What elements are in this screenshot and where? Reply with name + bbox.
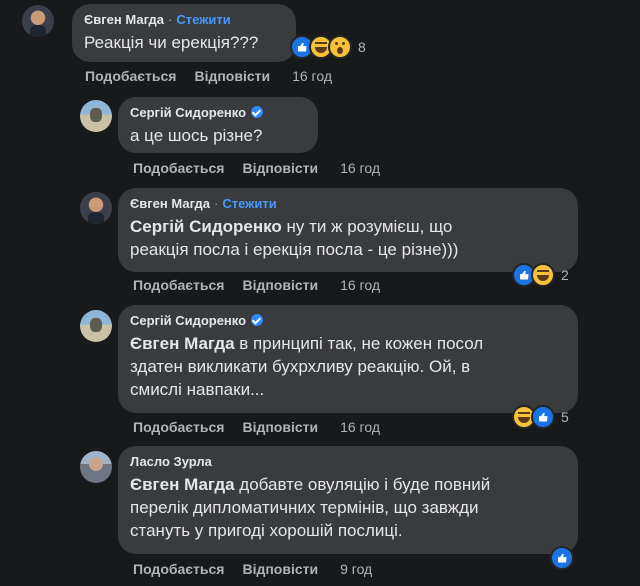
- comment-bubble: Сергій Сидоренко Євген Магда в принципі …: [118, 305, 578, 413]
- separator-dot: ·: [167, 12, 173, 27]
- comment-text: а це шось різне?: [130, 126, 263, 145]
- like-button[interactable]: Подобається: [133, 561, 224, 577]
- reaction-summary[interactable]: 5: [512, 405, 569, 429]
- reply-button[interactable]: Відповісти: [242, 160, 318, 176]
- wow-icon: [328, 35, 352, 59]
- haha-icon: [531, 263, 555, 287]
- avatar[interactable]: [22, 5, 54, 37]
- mention-link[interactable]: Євген Магда: [130, 334, 235, 353]
- comment-text: Євген Магда в принципі так, не кожен пос…: [130, 332, 566, 401]
- comment-actions: Подобається Відповісти 16 год: [133, 277, 398, 293]
- separator-dot: ·: [213, 196, 219, 211]
- avatar[interactable]: [80, 451, 112, 483]
- comment-author[interactable]: Євген Магда: [130, 196, 210, 211]
- verified-badge-icon: [251, 314, 264, 326]
- reaction-summary[interactable]: 2: [512, 263, 569, 287]
- like-icon: [550, 546, 574, 570]
- comment-text-line: реакція посла і ерекція посла - це різне…: [130, 240, 459, 259]
- mention-link[interactable]: Сергій Сидоренко: [130, 217, 282, 236]
- comment-author[interactable]: Сергій Сидоренко: [130, 105, 246, 120]
- comment-text-line: перелік дипломатичних термінів, що завжд…: [130, 498, 479, 517]
- comment-text: Реакція чи ерекція???: [84, 33, 259, 52]
- comment-actions: Подобається Відповісти 9 год: [133, 561, 390, 577]
- comment-actions: Подобається Відповісти 16 год: [133, 160, 398, 176]
- comment-timestamp[interactable]: 16 год: [292, 68, 332, 84]
- comment-author[interactable]: Сергій Сидоренко: [130, 313, 246, 328]
- comment-timestamp[interactable]: 9 год: [340, 561, 372, 577]
- comment-timestamp[interactable]: 16 год: [340, 419, 380, 435]
- reply-button[interactable]: Відповісти: [242, 561, 318, 577]
- avatar[interactable]: [80, 192, 112, 224]
- comment-bubble: Євген Магда · Стежити Сергій Сидоренко ну …: [118, 188, 578, 272]
- comment-text: Євген Магда добавте овуляцію і буде повн…: [130, 473, 566, 542]
- reply-button[interactable]: Відповісти: [242, 419, 318, 435]
- comment-bubble: Євген Магда · Стежити Реакція чи ерекція??…: [72, 4, 296, 62]
- comment-bubble: Ласло Зурла Євген Магда добавте овуляцію…: [118, 446, 578, 554]
- reaction-count: 8: [358, 39, 366, 55]
- reaction-count: 5: [561, 409, 569, 425]
- comment-text-line: смислі навпаки...: [130, 380, 265, 399]
- like-button[interactable]: Подобається: [85, 68, 176, 84]
- comment-timestamp[interactable]: 16 год: [340, 277, 380, 293]
- reaction-count: 2: [561, 267, 569, 283]
- like-icon: [531, 405, 555, 429]
- avatar[interactable]: [80, 310, 112, 342]
- reaction-summary[interactable]: [550, 546, 574, 570]
- comment-text-line: ну ти ж розумієш, що: [281, 217, 453, 236]
- reply-button[interactable]: Відповісти: [194, 68, 270, 84]
- comment-author[interactable]: Ласло Зурла: [130, 454, 212, 469]
- comment-actions: Подобається Відповісти 16 год: [85, 68, 350, 84]
- comment-text-line: здатен викликати бухрхливу реакцію. Ой, …: [130, 357, 471, 376]
- avatar[interactable]: [80, 100, 112, 132]
- comment-timestamp[interactable]: 16 год: [340, 160, 380, 176]
- like-button[interactable]: Подобається: [133, 160, 224, 176]
- verified-badge-icon: [251, 106, 264, 118]
- comment-bubble: Сергій Сидоренко а це шось різне?: [118, 97, 318, 153]
- comment-text: Сергій Сидоренко ну ти ж розумієш, що ре…: [130, 215, 566, 261]
- comment-text-line: стануть у пригоді хорошій послиці.: [130, 521, 403, 540]
- reaction-summary[interactable]: 8: [290, 35, 366, 59]
- mention-link[interactable]: Євген Магда: [130, 475, 235, 494]
- follow-button[interactable]: Стежити: [176, 12, 230, 27]
- like-button[interactable]: Подобається: [133, 419, 224, 435]
- comment-text-line: в принципі так, не кожен посол: [234, 334, 484, 353]
- comment-text-line: добавте овуляцію і буде повний: [234, 475, 491, 494]
- follow-button[interactable]: Стежити: [222, 196, 276, 211]
- reply-button[interactable]: Відповісти: [242, 277, 318, 293]
- comment-author[interactable]: Євген Магда: [84, 12, 164, 27]
- comment-actions: Подобається Відповісти 16 год: [133, 419, 398, 435]
- like-button[interactable]: Подобається: [133, 277, 224, 293]
